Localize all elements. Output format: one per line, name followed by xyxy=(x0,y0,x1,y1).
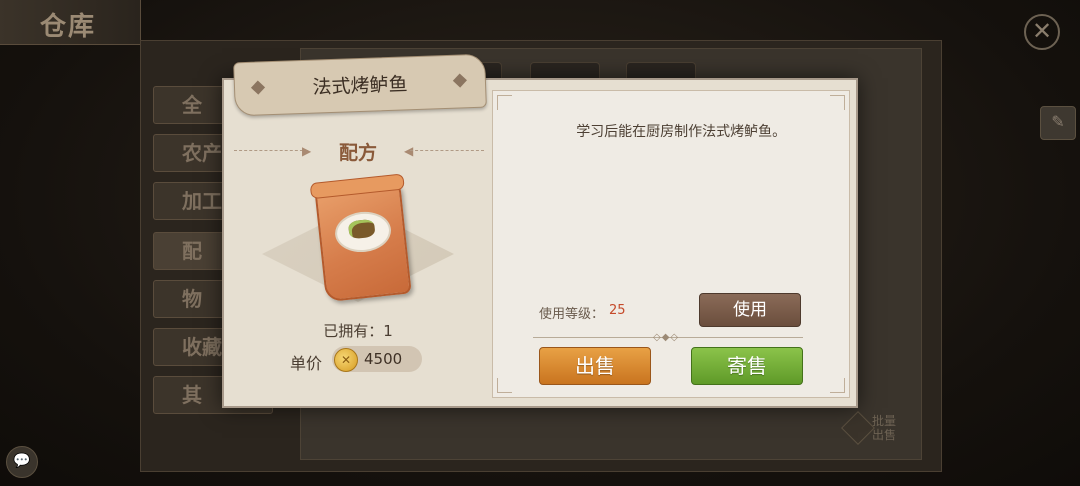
tab-label: 配 xyxy=(182,239,202,263)
side-menu-button[interactable]: ✎ xyxy=(1040,106,1076,140)
use-level-value: 25 xyxy=(609,303,626,318)
owned-label: 已拥有： xyxy=(323,322,384,340)
item-name-ribbon: 法式烤鲈鱼 xyxy=(233,53,487,117)
corner-ornament xyxy=(497,95,512,110)
use-level-label: 使用等级： xyxy=(539,307,605,322)
coin-icon: ✕ xyxy=(334,348,358,372)
corner-ornament xyxy=(497,378,512,393)
scroll-roll xyxy=(309,173,405,200)
use-button[interactable]: 使用 xyxy=(699,293,801,327)
scroll-icon: ✎ xyxy=(1051,112,1065,131)
corner-ornament xyxy=(830,95,845,110)
tab-label: 农产 xyxy=(182,141,222,165)
item-info-panel: 法式烤鲈鱼 ▶ 配方 ◀ 已拥有：1 单价 ✕ 4500 xyxy=(224,53,492,406)
batch-sell-icon xyxy=(841,411,875,445)
owned-value: 1 xyxy=(383,322,393,340)
corner-ornament xyxy=(830,378,845,393)
divider-ornament-icon: ◇◆◇ xyxy=(653,332,680,343)
owned-count: 已拥有：1 xyxy=(224,320,492,341)
batch-sell-button[interactable]: 批量出售 xyxy=(841,411,902,445)
recipe-scroll-icon xyxy=(309,173,412,303)
price-value: 4500 xyxy=(364,350,403,368)
tab-label: 其 xyxy=(182,383,202,407)
item-description: 学习后能在厨房制作法式烤鲈鱼。 xyxy=(576,124,787,140)
divider-arrow xyxy=(410,150,484,151)
warehouse-header: 仓库 xyxy=(0,0,141,45)
arrow-left-icon: ◀ xyxy=(404,144,414,158)
chat-button[interactable]: 💬 xyxy=(6,446,38,478)
chat-icon: 💬 xyxy=(13,453,31,469)
tab-label: 全 xyxy=(182,93,202,117)
sell-button[interactable]: 出售 xyxy=(539,347,651,385)
tab-label: 物 xyxy=(182,287,202,311)
close-button[interactable]: ✕ xyxy=(1024,14,1060,50)
batch-sell-label: 批量出售 xyxy=(872,414,897,442)
consign-button[interactable]: 寄售 xyxy=(691,347,803,385)
tab-label: 收藏 xyxy=(182,335,222,359)
warehouse-title: 仓库 xyxy=(40,12,97,42)
item-detail-dialog: 法式烤鲈鱼 ▶ 配方 ◀ 已拥有：1 单价 ✕ 4500 学习后能在厨房制作法式… xyxy=(222,53,858,408)
tab-label: 加工 xyxy=(182,189,222,213)
item-description-panel: 学习后能在厨房制作法式烤鲈鱼。 使用等级： 25 使用 ◇◆◇ 出售 寄售 xyxy=(492,90,850,398)
close-icon: ✕ xyxy=(1031,17,1053,45)
item-category: 配方 xyxy=(338,142,377,164)
item-name: 法式烤鲈鱼 xyxy=(312,73,408,99)
price-label: 单价 xyxy=(290,354,323,373)
